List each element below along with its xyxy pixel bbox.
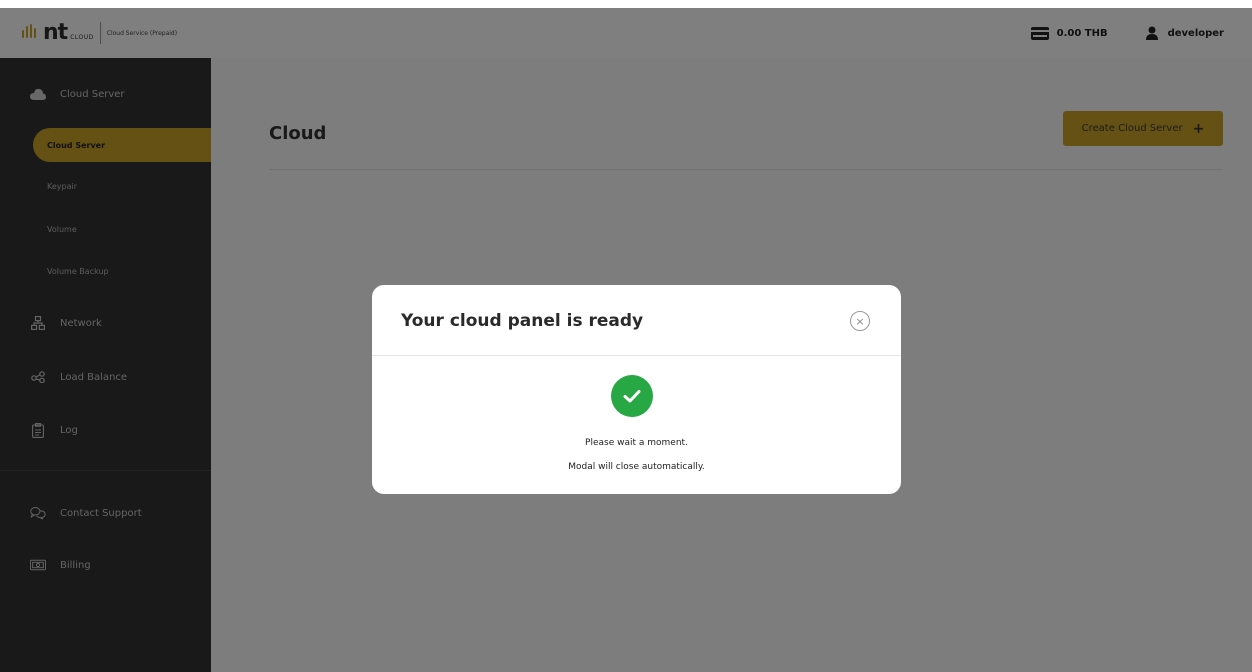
- close-icon[interactable]: ×: [850, 311, 870, 331]
- top-strip: [0, 0, 1252, 8]
- modal-title: Your cloud panel is ready: [401, 311, 644, 331]
- modal-message-line1: Please wait a moment.: [585, 438, 688, 448]
- success-check-icon: [611, 375, 653, 417]
- modal-message-line2: Modal will close automatically.: [568, 462, 705, 472]
- ready-modal: Your cloud panel is ready × Please wait …: [372, 285, 901, 494]
- modal-divider: [372, 355, 901, 356]
